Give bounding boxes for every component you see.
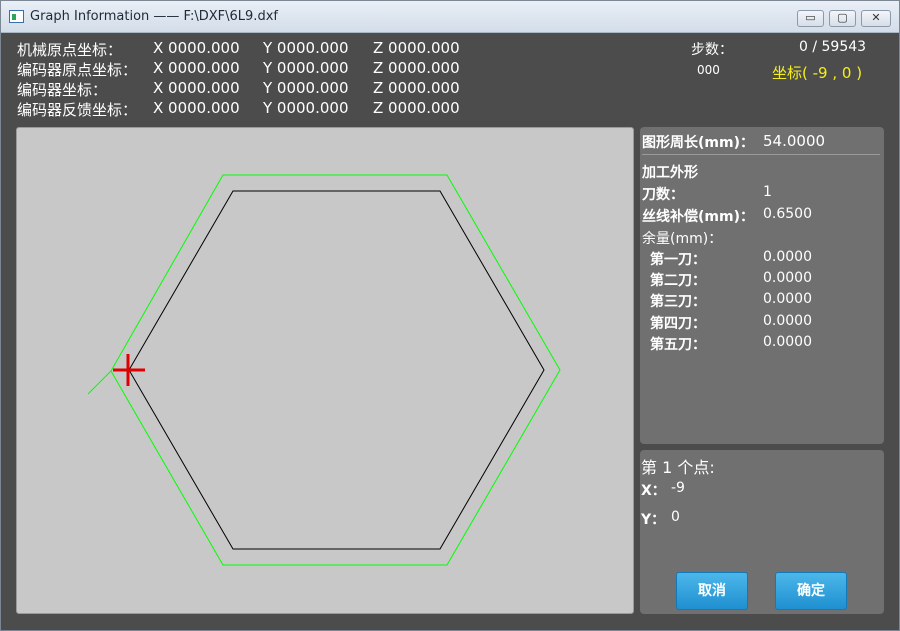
point-y-value: 0: [671, 509, 680, 525]
machine-origin-x: X 0000.000: [153, 39, 240, 57]
encoder-origin-x: X 0000.000: [153, 59, 240, 77]
machine-origin-label: 机械原点坐标：: [17, 41, 123, 59]
graph-drawing: [87, 174, 561, 566]
allowance-cut-3-label: 第三刀：: [650, 294, 706, 310]
steps-value: 0 / 59543: [799, 39, 867, 55]
encoder-origin-z: Z 0000.000: [373, 59, 460, 77]
cuts-label: 刀数：: [642, 187, 684, 203]
divider: [642, 154, 880, 155]
perimeter-value: 54.0000: [763, 132, 826, 150]
cancel-button[interactable]: 取消: [676, 572, 748, 610]
allowance-cut-5-value: 0.0000: [763, 334, 812, 350]
encoder-coord-x: X 0000.000: [153, 79, 240, 97]
close-button[interactable]: ✕: [861, 10, 891, 27]
machine-origin-z: Z 0000.000: [373, 39, 460, 57]
app-icon: [9, 10, 24, 23]
allowance-cut-1-label: 第一刀：: [650, 252, 706, 268]
point-x-value: -9: [671, 480, 685, 496]
minimize-button[interactable]: ▭: [797, 10, 824, 27]
encoder-feedback-y: Y 0000.000: [263, 99, 349, 117]
allowance-cut-5-label: 第五刀：: [650, 337, 706, 353]
allowance-cut-3-value: 0.0000: [763, 291, 812, 307]
allowance-cut-1-value: 0.0000: [763, 249, 812, 265]
window-title: Graph Information —— F:\DXF\6L9.dxf: [30, 9, 278, 24]
ok-button[interactable]: 确定: [775, 572, 847, 610]
encoder-feedback-x: X 0000.000: [153, 99, 240, 117]
wire-comp-label: 丝线补偿(mm)：: [642, 209, 754, 225]
encoder-feedback-label: 编码器反馈坐标：: [17, 101, 138, 119]
point-panel: 第 1 个点: X： -9 Y： 0 取消 确定: [640, 450, 884, 614]
point-title: 第 1 个点:: [641, 458, 715, 477]
current-coordinate: 坐标( -9 , 0 ): [772, 64, 863, 82]
offset-path: [87, 174, 561, 566]
encoder-coord-label: 编码器坐标：: [17, 81, 108, 99]
section-title: 加工外形: [642, 165, 698, 181]
allowance-cut-2-value: 0.0000: [763, 270, 812, 286]
graph-information-window: Graph Information —— F:\DXF\6L9.dxf ▭ ▢ …: [0, 0, 900, 631]
machine-origin-y: Y 0000.000: [263, 39, 349, 57]
encoder-coord-y: Y 0000.000: [263, 79, 349, 97]
maximize-button[interactable]: ▢: [829, 10, 856, 27]
allowance-cut-2-label: 第二刀：: [650, 273, 706, 289]
perimeter-label: 图形周长(mm)：: [642, 135, 754, 151]
title-bar[interactable]: Graph Information —— F:\DXF\6L9.dxf ▭ ▢ …: [1, 1, 899, 33]
encoder-origin-y: Y 0000.000: [263, 59, 349, 77]
steps-label: 步数：: [691, 42, 733, 58]
encoder-origin-label: 编码器原点坐标：: [17, 61, 138, 79]
point-y-label: Y：: [641, 512, 666, 528]
hexagon-outline: [128, 190, 545, 550]
encoder-feedback-z: Z 0000.000: [373, 99, 460, 117]
allowance-label: 余量(mm)：: [642, 231, 723, 247]
cuts-value: 1: [763, 184, 772, 200]
graph-canvas[interactable]: [16, 127, 634, 614]
encoder-coord-z: Z 0000.000: [373, 79, 460, 97]
allowance-cut-4-label: 第四刀：: [650, 316, 706, 332]
wire-comp-value: 0.6500: [763, 206, 812, 222]
status-code: 000: [697, 63, 720, 77]
graph-info-panel: 图形周长(mm)： 54.0000 加工外形 刀数： 1 丝线补偿(mm)： 0…: [640, 127, 884, 444]
allowance-cut-4-value: 0.0000: [763, 313, 812, 329]
point-x-label: X：: [641, 483, 666, 499]
